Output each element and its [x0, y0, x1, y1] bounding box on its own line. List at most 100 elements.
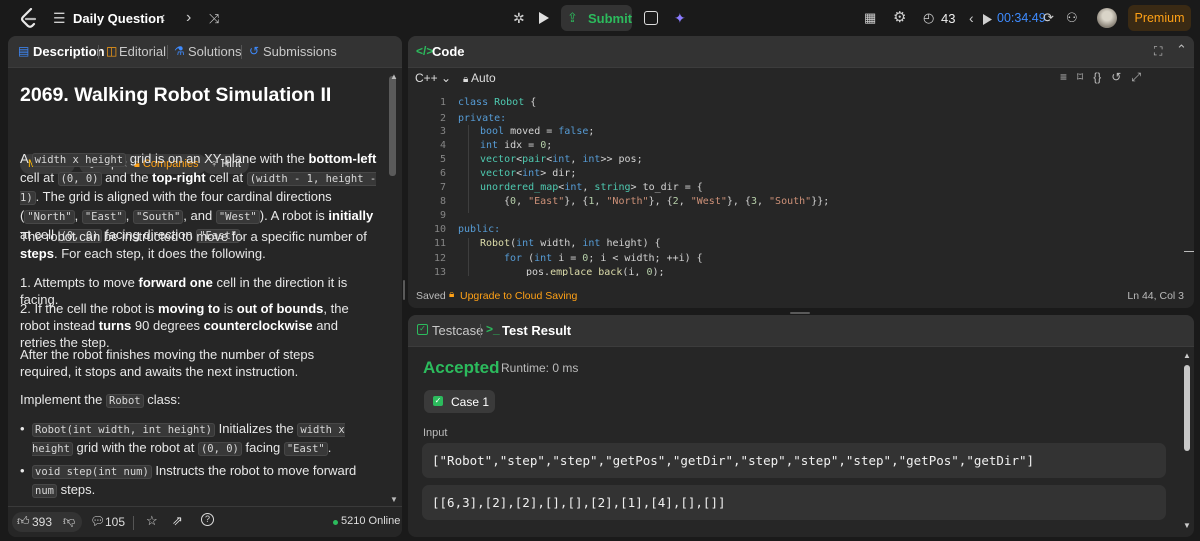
- code-line: pos.emplace_back(i, 0);: [526, 267, 665, 276]
- line-number: 10: [433, 224, 446, 235]
- bookmark-icon[interactable]: ⌑: [1077, 70, 1083, 84]
- ai-sparkle-icon[interactable]: ✦: [674, 9, 686, 27]
- comment-icon[interactable]: 💬︎: [90, 514, 105, 528]
- braces-icon[interactable]: {}: [1093, 70, 1101, 84]
- input-arguments[interactable]: [[6,3],[2],[2],[],[],[2],[1],[4],[],[]]: [422, 485, 1166, 520]
- help-icon[interactable]: ?: [201, 513, 214, 526]
- terminal-icon: >_: [486, 322, 500, 336]
- result-scrollbar-thumb[interactable]: [1184, 365, 1190, 451]
- language-select[interactable]: C++ ⌄: [415, 71, 451, 85]
- lock-icon: 🔒︎: [449, 289, 455, 300]
- timer[interactable]: 00:34:49: [997, 11, 1046, 25]
- code-line: private:: [458, 113, 507, 124]
- settings-icon[interactable]: ⚙: [893, 9, 906, 27]
- code-line: {0, "East"}, {1, "North"}, {2, "West"}, …: [504, 196, 830, 207]
- maximize-icon[interactable]: ⛶: [1154, 44, 1162, 59]
- vertical-resize-handle[interactable]: [403, 280, 405, 300]
- collapse-icon[interactable]: ⌃: [1176, 42, 1187, 58]
- line-number: 12: [433, 253, 446, 264]
- input-methods[interactable]: ["Robot","step","step","getPos","getDir"…: [422, 443, 1166, 478]
- cloud-upload-icon: ⇪: [567, 10, 578, 25]
- like-count: 393: [32, 515, 53, 529]
- code-tabbar: </> Code ⛶ ⌃: [408, 36, 1194, 68]
- test-result-panel: ✓ Testcase >_ Test Result Accepted Runti…: [408, 315, 1194, 537]
- tab-description[interactable]: Description: [33, 44, 105, 59]
- notes-icon[interactable]: [644, 11, 658, 25]
- description-tabbar: ▤ Description ◫ Editorial ⚗ Solutions ↺ …: [8, 36, 402, 68]
- like-button[interactable]: 👍︎ 393 👎︎: [12, 512, 82, 532]
- code-line: int idx = 0;: [480, 140, 553, 151]
- run-button[interactable]: [538, 11, 550, 30]
- problem-title[interactable]: 2069. Walking Robot Simulation II: [20, 84, 331, 107]
- scroll-up-icon[interactable]: ▲: [1183, 351, 1191, 360]
- timer-reset-icon[interactable]: ⟳: [1043, 9, 1054, 27]
- thumbs-down-icon[interactable]: 👎︎: [63, 514, 75, 529]
- description-scroll-down-icon[interactable]: ▼: [390, 495, 398, 504]
- result-scrollbar-track[interactable]: ▲ ▼: [1182, 351, 1192, 531]
- avatar[interactable]: [1097, 8, 1117, 28]
- description-tab-icon: ▤: [18, 44, 30, 58]
- prev-problem-icon[interactable]: ‹: [160, 9, 165, 27]
- thumbs-up-icon: 👍︎: [17, 514, 30, 528]
- next-problem-icon[interactable]: ›: [186, 9, 191, 27]
- expand-icon[interactable]: ⤢: [1131, 70, 1141, 84]
- code-tab-icon: </>: [416, 44, 434, 58]
- code-vscrollbar[interactable]: [1184, 251, 1194, 252]
- line-number: 6: [439, 168, 446, 179]
- leetcode-logo[interactable]: [20, 7, 38, 28]
- description-scroll-up-icon[interactable]: ▲: [390, 72, 398, 81]
- submit-button[interactable]: ⇪ Submit: [561, 5, 632, 31]
- comment-count[interactable]: 105: [105, 515, 125, 529]
- timer-play-icon[interactable]: [983, 12, 992, 30]
- line-number: 13: [433, 267, 446, 276]
- premium-button[interactable]: Premium: [1128, 5, 1191, 31]
- play-icon: [539, 12, 549, 24]
- input-label: Input: [423, 427, 448, 439]
- description-footer: 👍︎ 393 👎︎ 💬︎ 105 ☆ ⇗ ? 5210 Online: [8, 506, 402, 537]
- testcase-check-icon: ✓: [417, 324, 428, 335]
- submit-label: Submit: [588, 11, 633, 26]
- case-1-tab[interactable]: ✓ Case 1: [424, 390, 495, 413]
- indent-guide: [468, 238, 469, 276]
- format-icon[interactable]: ≡: [1060, 70, 1067, 84]
- line-number: 11: [433, 238, 446, 249]
- description-scrollbar[interactable]: [389, 76, 396, 176]
- auto-mode-label: Auto: [471, 71, 496, 85]
- solutions-icon: ⚗: [174, 44, 185, 58]
- shuffle-icon[interactable]: ⤨: [209, 10, 219, 28]
- nav-title[interactable]: Daily Question: [73, 11, 164, 26]
- auto-mode[interactable]: 🔒︎ Auto: [463, 71, 496, 85]
- code-editor[interactable]: 1 2 3 4 5 6 7 8 9 10 11 12 13 class Robo…: [408, 91, 1180, 276]
- language-value: C++: [415, 71, 438, 85]
- line-number: 5: [439, 154, 446, 165]
- streak-icon[interactable]: ◴: [923, 9, 934, 27]
- tab-editorial[interactable]: Editorial: [119, 44, 166, 59]
- scroll-down-icon[interactable]: ▼: [1183, 521, 1191, 530]
- tab-code[interactable]: Code: [432, 44, 465, 59]
- layout-icon[interactable]: ▦: [864, 9, 876, 27]
- online-dot: [333, 520, 338, 525]
- chevron-down-icon: ⌄: [441, 71, 452, 85]
- tab-test-result[interactable]: Test Result: [502, 323, 571, 338]
- result-tabbar: ✓ Testcase >_ Test Result: [408, 315, 1194, 347]
- code-panel: </> Code ⛶ ⌃ C++ ⌄ 🔒︎ Auto ≡ ⌑ {} ↺ ⤢ 1 …: [408, 36, 1194, 308]
- description-panel: ▤ Description ◫ Editorial ⚗ Solutions ↺ …: [8, 36, 402, 537]
- share-icon[interactable]: ⇗: [172, 513, 183, 529]
- timer-prev-icon[interactable]: ‹: [969, 9, 974, 27]
- debug-icon[interactable]: ✲: [513, 9, 525, 27]
- panel-resize-handle[interactable]: [790, 312, 810, 314]
- tab-solutions[interactable]: Solutions: [188, 44, 241, 59]
- reset-code-icon[interactable]: ↺: [1111, 70, 1121, 84]
- list-icon[interactable]: ☰: [53, 9, 66, 27]
- desc-bullet-2: • void step(int num) Instructs the robot…: [20, 463, 357, 498]
- desc-paragraph-4: Implement the Robot class:: [20, 392, 181, 408]
- tab-testcase[interactable]: Testcase: [432, 323, 483, 338]
- upgrade-link[interactable]: Upgrade to Cloud Saving: [460, 290, 577, 302]
- add-friend-icon[interactable]: ⚇: [1066, 9, 1078, 27]
- indent-guide: [468, 125, 469, 213]
- code-line: vector<int> dir;: [480, 168, 577, 179]
- star-icon[interactable]: ☆: [146, 513, 158, 529]
- code-line: bool moved = false;: [480, 126, 595, 137]
- tab-submissions[interactable]: Submissions: [263, 44, 337, 59]
- code-line: vector<pair<int, int>> pos;: [480, 154, 643, 165]
